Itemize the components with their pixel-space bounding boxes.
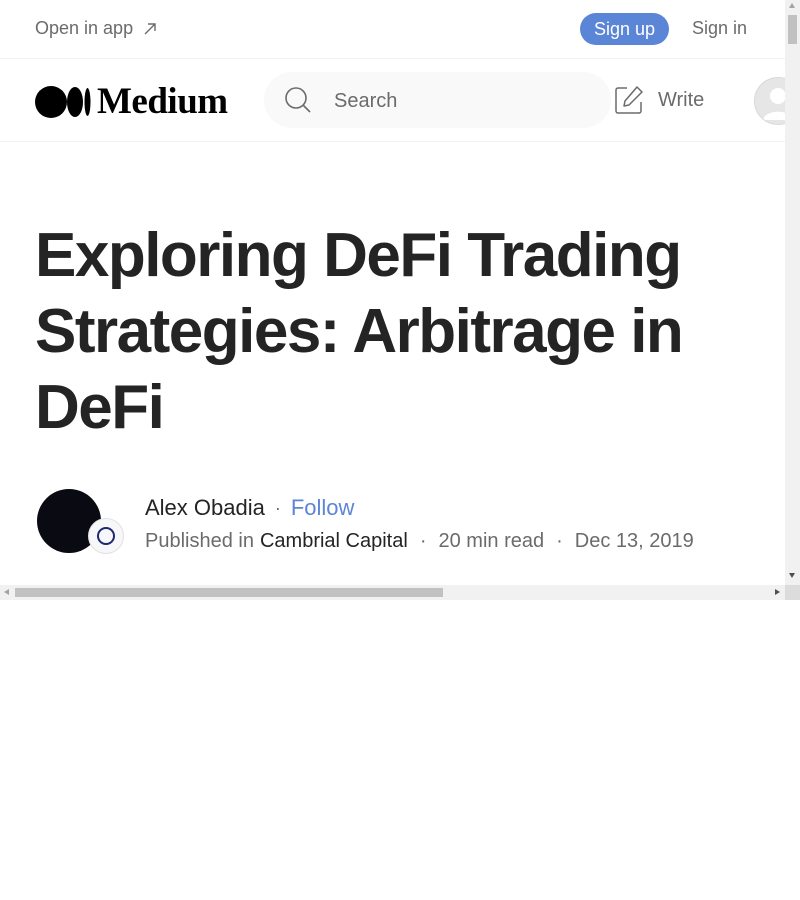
arrow-up-right-icon <box>144 22 156 34</box>
author-name-link[interactable]: Alex Obadia <box>145 495 265 521</box>
horizontal-scroll-thumb[interactable] <box>15 588 443 597</box>
search-icon <box>285 87 311 113</box>
article-title: Exploring DeFi Trading Strategies: Arbit… <box>35 221 684 442</box>
published-in-label: Published in <box>145 530 254 552</box>
medium-logo[interactable]: Medium <box>35 83 228 120</box>
user-avatar-icon[interactable] <box>754 77 785 125</box>
scrollbar-corner <box>785 585 800 600</box>
site-header: Medium Write <box>0 59 785 142</box>
article-meta: Published in Cambrial Capital · 20 min r… <box>145 530 694 553</box>
open-in-app-link[interactable]: Open in app <box>35 18 159 39</box>
publish-date: Dec 13, 2019 <box>574 530 694 552</box>
scroll-up-arrow-icon[interactable] <box>789 3 795 8</box>
scroll-left-arrow-icon[interactable] <box>4 589 9 595</box>
open-in-app-label: Open in app <box>35 18 134 38</box>
separator-dot: · <box>419 530 427 552</box>
medium-logo-icon <box>35 85 91 118</box>
sign-up-button[interactable]: Sign up <box>580 13 669 45</box>
publication-logo-icon <box>97 527 115 545</box>
publication-avatar[interactable] <box>88 518 124 554</box>
write-button[interactable]: Write <box>614 85 704 115</box>
sign-in-link[interactable]: Sign in <box>692 18 747 39</box>
publication-link[interactable]: Cambrial Capital <box>260 530 408 553</box>
separator-dot: · <box>556 530 563 552</box>
search-input[interactable] <box>332 72 596 130</box>
user-silhouette-icon <box>763 88 785 120</box>
write-label: Write <box>658 88 705 111</box>
browser-viewport: Open in app Sign up Sign in Medium Searc… <box>0 0 800 600</box>
horizontal-scrollbar[interactable] <box>0 585 785 600</box>
follow-button[interactable]: Follow <box>291 495 355 521</box>
scroll-right-arrow-icon[interactable] <box>775 589 780 595</box>
vertical-scrollbar[interactable] <box>785 0 800 585</box>
top-banner: Open in app Sign up Sign in <box>0 0 785 59</box>
author-line: Alex Obadia · Follow <box>145 495 354 521</box>
search-bar[interactable] <box>264 72 611 130</box>
read-time: 20 min read <box>438 530 545 552</box>
scroll-down-arrow-icon[interactable] <box>789 573 795 578</box>
page-content: Open in app Sign up Sign in Medium Searc… <box>0 0 785 585</box>
separator-dot: · <box>274 497 281 518</box>
vertical-scroll-thumb[interactable] <box>788 15 797 44</box>
edit-icon <box>615 86 643 114</box>
logo-wordmark: Medium <box>97 81 228 122</box>
